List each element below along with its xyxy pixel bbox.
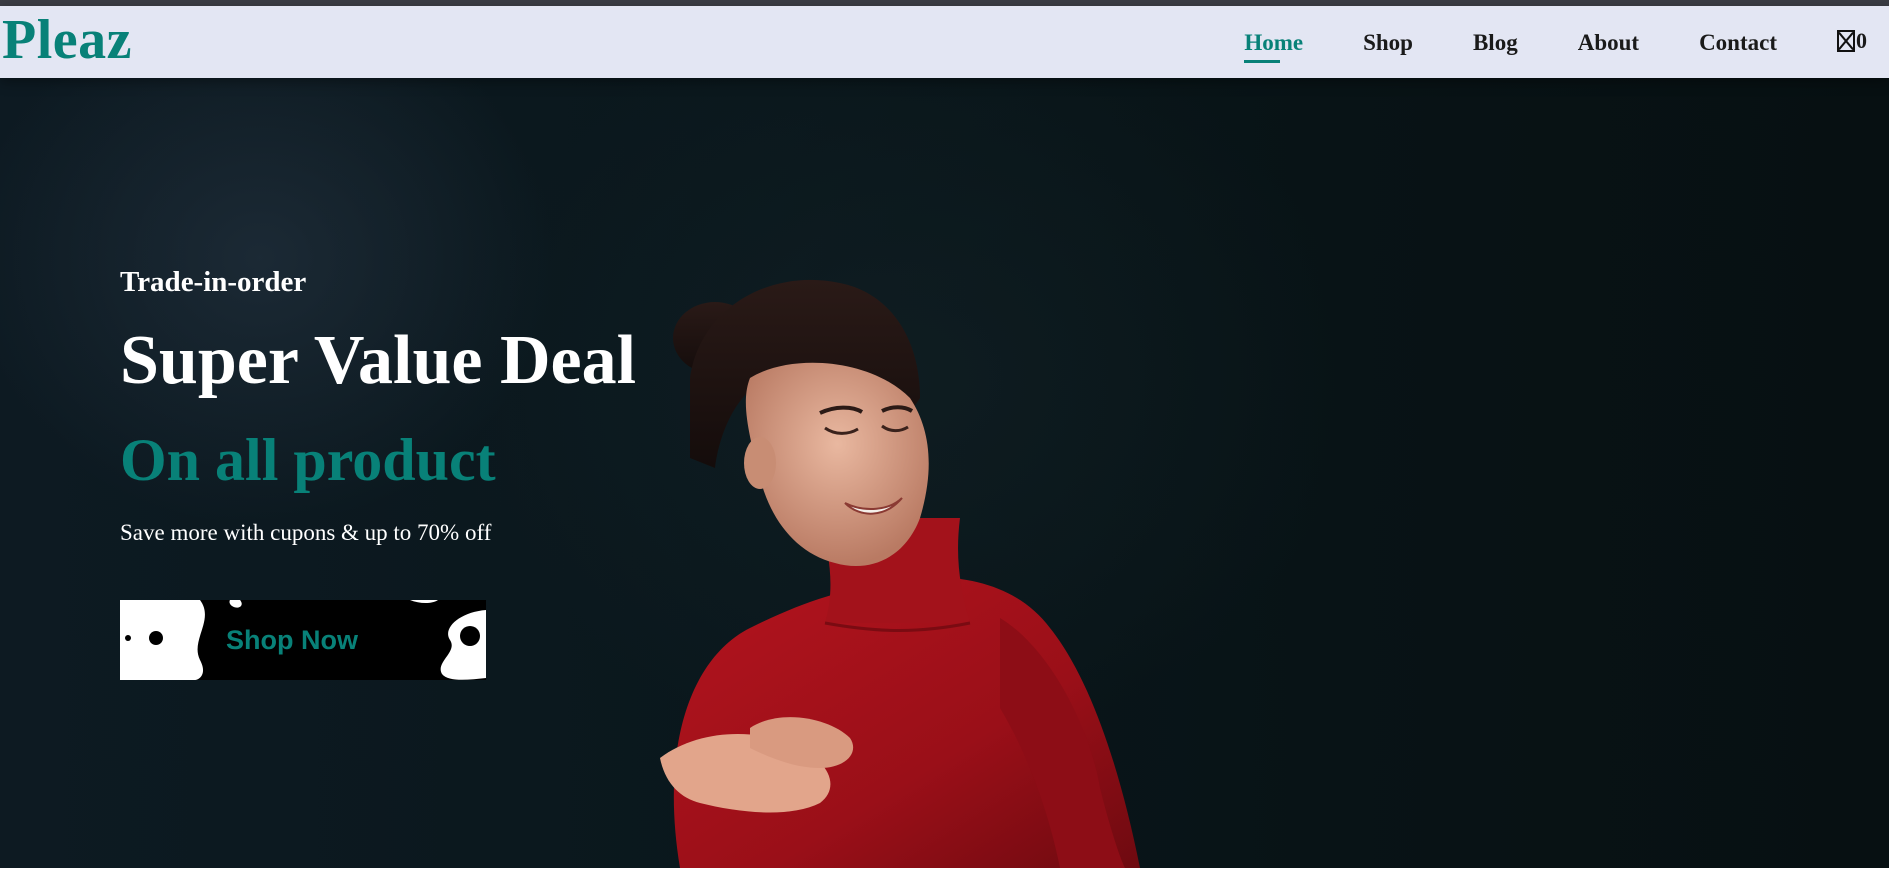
hero-model-image	[660, 279, 1140, 868]
nav-link-blog[interactable]: Blog	[1473, 28, 1518, 56]
nav-item-cart: 0	[1837, 28, 1867, 57]
nav-link-contact[interactable]: Contact	[1699, 28, 1777, 56]
main-nav: Home Shop Blog About Contact 0	[1184, 6, 1867, 78]
site-header: Pleaz Home Shop Blog About Contact 0	[0, 6, 1889, 78]
hero-section: Trade-in-order Super Value Deal On all p…	[0, 78, 1889, 868]
nav-link-shop[interactable]: Shop	[1363, 28, 1413, 56]
nav-item-home: Home	[1244, 28, 1303, 56]
shopping-bag-icon	[1837, 29, 1855, 52]
nav-item-shop: Shop	[1363, 28, 1413, 56]
nav-link-about[interactable]: About	[1578, 28, 1639, 56]
nav-item-blog: Blog	[1473, 28, 1518, 56]
cart-button[interactable]: 0	[1837, 28, 1867, 54]
page-bottom-edge	[0, 868, 1889, 876]
shop-now-button[interactable]: Shop Now	[120, 600, 486, 680]
nav-item-contact: Contact	[1699, 28, 1777, 56]
brand-logo[interactable]: Pleaz	[2, 8, 132, 72]
cart-count: 0	[1856, 27, 1867, 53]
hero-eyebrow: Trade-in-order	[120, 266, 307, 298]
nav-link-home[interactable]: Home	[1244, 28, 1303, 56]
nav-item-about: About	[1578, 28, 1639, 56]
shop-now-label: Shop Now	[226, 624, 358, 655]
hero-title: Super Value Deal	[120, 322, 637, 399]
hero-description: Save more with cupons & up to 70% off	[120, 520, 492, 545]
hero-subtitle: On all product	[120, 427, 496, 493]
